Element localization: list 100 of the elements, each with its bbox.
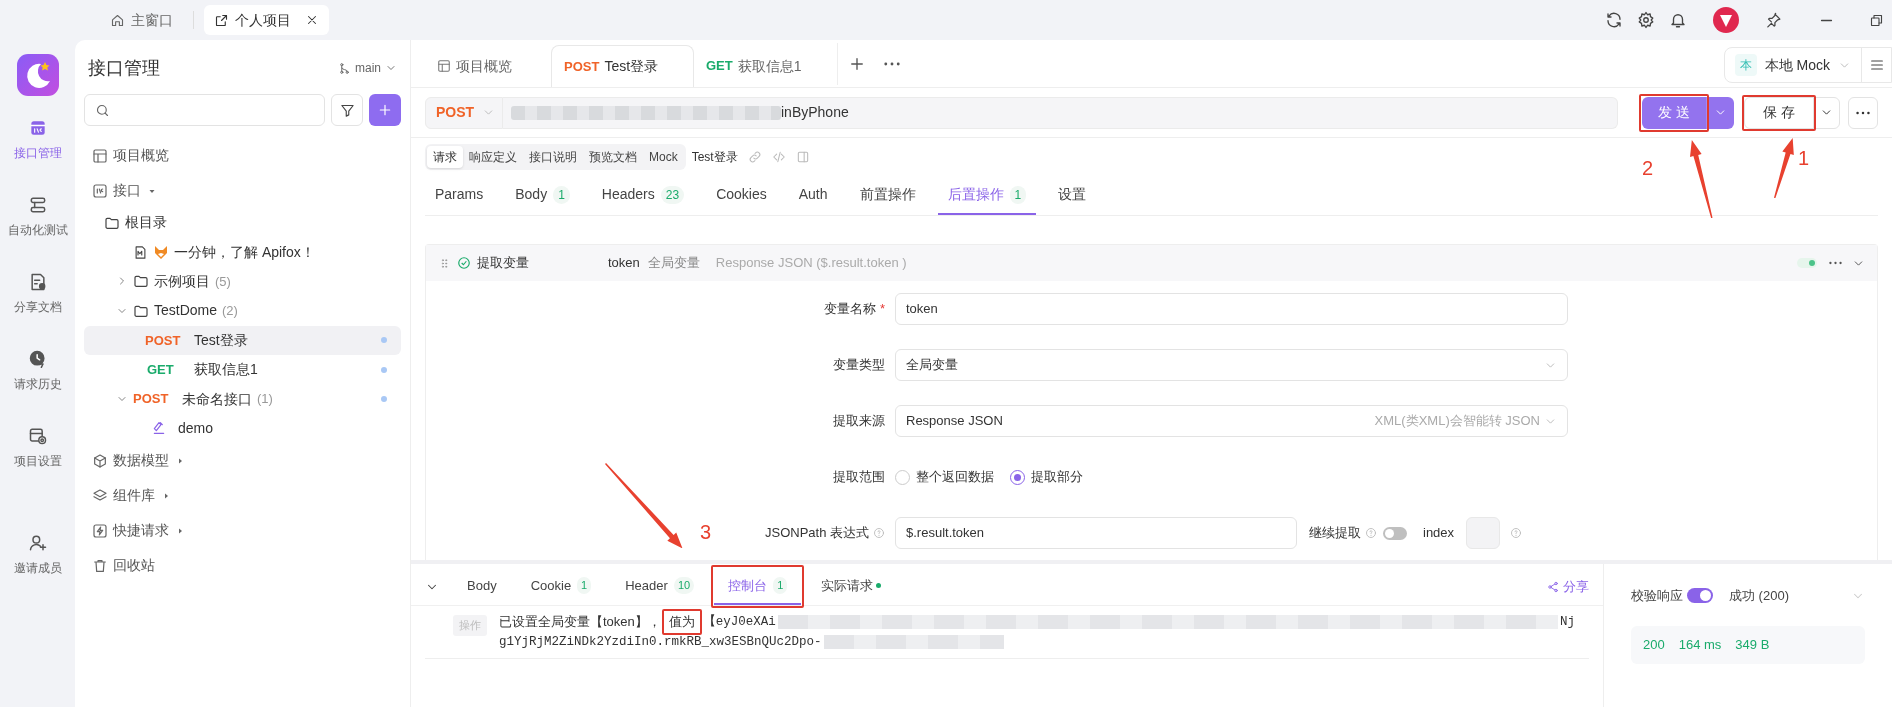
nav-item[interactable]: 请求历史 [13, 339, 62, 416]
nav-item[interactable]: 项目设置 [13, 416, 62, 493]
checkbox-icon[interactable] [457, 256, 471, 270]
restore-icon[interactable] [1869, 12, 1884, 28]
tree-label: 根目录 [125, 213, 167, 233]
branch-selector[interactable]: main [338, 59, 397, 77]
radio-option[interactable]: 整个返回数据 [895, 467, 994, 487]
nav-item[interactable]: 接口管理 [13, 108, 62, 185]
field-label: 继续提取 [1309, 524, 1361, 543]
count-badge: 1 [1009, 185, 1027, 204]
window-tab[interactable]: 个人项目 [204, 5, 329, 35]
enable-toggle[interactable] [1797, 258, 1817, 268]
editor-tab[interactable]: 项目概览 [425, 45, 551, 87]
refresh-icon[interactable] [1605, 11, 1623, 29]
processor-title: 提取变量 [477, 254, 530, 273]
pin-icon[interactable] [1765, 11, 1782, 29]
nav-item[interactable]: 分享文档 [13, 262, 62, 339]
log-text: 值为 [667, 614, 696, 629]
markdown-icon [133, 244, 148, 260]
response-stat: 164 ms [1678, 635, 1722, 654]
toggle-switch[interactable] [1687, 588, 1713, 604]
segment-tab[interactable]: 接口说明 [523, 146, 583, 168]
tree-item[interactable]: 示例项目 (5) [84, 266, 401, 297]
input-field[interactable]: token [895, 293, 1568, 325]
variable-name: token [608, 254, 640, 273]
window-tab[interactable]: 主窗口 [100, 5, 183, 35]
toggle-switch[interactable] [1383, 526, 1407, 540]
tree-item[interactable]: 回收站 [84, 548, 401, 584]
tree-item[interactable]: 项目概览 [84, 138, 401, 173]
clock-icon [27, 349, 48, 369]
nav-item[interactable]: 自动化测试 [7, 185, 68, 262]
tree-label: 数据模型 [113, 451, 169, 471]
editor-tab[interactable]: GET 获取信息1 [694, 45, 837, 87]
segment-tab[interactable]: 请求 [427, 146, 463, 168]
more-icon[interactable] [1829, 261, 1842, 265]
add-button[interactable] [369, 94, 401, 126]
request-tab[interactable]: Cookies [706, 176, 777, 215]
input-field[interactable]: $.result.token [895, 517, 1297, 549]
tree-item[interactable]: GET 获取信息1 [84, 354, 401, 385]
bell-icon[interactable] [1669, 11, 1687, 29]
segment-tab[interactable]: 响应定义 [463, 146, 523, 168]
request-tab[interactable]: Auth [788, 176, 838, 215]
url-field[interactable]: inByPhone [503, 96, 1618, 129]
select-field[interactable]: Response JSON XML(类XML)会智能转 JSON [895, 405, 1568, 437]
tree-item[interactable]: 数据模型 [84, 443, 401, 479]
annotation-arrow [1774, 138, 1795, 199]
segment-tab[interactable]: Mock [643, 146, 684, 168]
nav-label: 自动化测试 [7, 222, 68, 239]
external-window-icon [214, 12, 229, 28]
tree-item[interactable]: demo [84, 413, 401, 444]
share-link[interactable]: 分享 [1547, 576, 1589, 597]
send-options-button[interactable] [1706, 96, 1734, 129]
nav-item[interactable]: 邀请成员 [13, 523, 62, 600]
tree-label: 一分钟，了解 Apifox！ [174, 242, 315, 262]
request-tab[interactable]: 前置操作 [849, 176, 926, 215]
request-tab[interactable]: 设置 [1048, 176, 1097, 215]
tree-item[interactable]: 根目录 [84, 208, 401, 238]
tree-item[interactable]: POST 未命名接口 (1) [84, 384, 401, 414]
tree-item[interactable]: 快捷请求 [84, 513, 401, 549]
filter-button[interactable] [331, 94, 363, 126]
editor-tab[interactable]: POST Test登录 [551, 45, 694, 87]
avatar-icon[interactable] [1713, 7, 1739, 33]
response-tab[interactable]: Body [453, 568, 511, 605]
fox-icon [153, 244, 169, 261]
add-user-icon [27, 533, 48, 553]
radio-option[interactable]: 提取部分 [1010, 467, 1083, 487]
request-tab[interactable]: Headers 23 [591, 176, 695, 215]
tree-item[interactable]: TestDome (2) [84, 296, 401, 326]
layout-icon [437, 59, 451, 73]
segment-tab[interactable]: 预览文档 [583, 146, 643, 168]
annotation-number: 1 [1798, 148, 1810, 168]
close-icon[interactable] [305, 13, 319, 27]
settings-icon[interactable] [1637, 11, 1655, 29]
response-tab[interactable]: Header 10 [611, 568, 709, 605]
send-button[interactable]: 发 送 [1642, 96, 1706, 129]
processor-header[interactable]: 提取变量 token 全局变量 Response JSON ($.result.token ) [426, 245, 1877, 281]
tree-item[interactable]: 接口 [84, 173, 401, 208]
search-field[interactable] [84, 94, 325, 126]
request-tab[interactable]: Body 1 [505, 176, 580, 215]
request-tab[interactable]: 后置操作 1 [937, 176, 1037, 215]
method-label: POST [436, 103, 475, 122]
more-icon[interactable] [884, 61, 900, 66]
field-label: 提取来源 [833, 412, 885, 431]
request-tab[interactable]: Params [425, 176, 494, 215]
method-label: GET [146, 360, 175, 379]
response-tab[interactable]: 控制台 1 [714, 568, 802, 605]
annotation-number: 2 [1642, 158, 1654, 178]
response-tab[interactable]: 实际请求 [807, 568, 896, 605]
tree-item[interactable]: 组件库 [84, 478, 401, 514]
plus-icon [377, 102, 393, 118]
select-field[interactable]: 全局变量 [895, 349, 1568, 381]
api-name: Test登录 [691, 149, 738, 166]
tree-label: Test登录 [194, 330, 248, 350]
response-stat: 200 [1643, 635, 1665, 654]
field-label: index [1423, 524, 1455, 543]
response-tab[interactable]: Cookie 1 [516, 568, 606, 605]
tree-label: 未命名接口 [182, 389, 252, 409]
tree-item[interactable]: 一分钟，了解 Apifox！ [84, 237, 401, 267]
field-label: 变量类型 [833, 356, 885, 375]
tree-item[interactable]: POST Test登录 [84, 325, 401, 355]
